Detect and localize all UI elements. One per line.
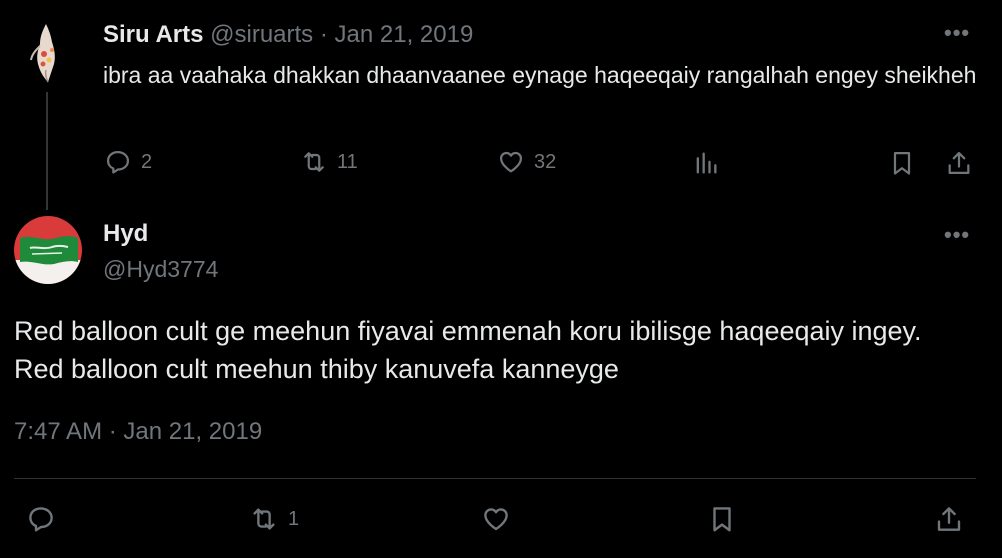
bookmark-icon: [893, 151, 911, 175]
main-like-button[interactable]: [481, 504, 511, 534]
parent-repost-button[interactable]: 11: [300, 148, 358, 176]
main-repost-button[interactable]: 1: [249, 504, 299, 534]
parent-reply-button[interactable]: 2: [104, 148, 152, 176]
main-reply-button[interactable]: [26, 504, 56, 534]
parent-display-name[interactable]: Siru Arts: [103, 21, 203, 48]
actions-divider: [14, 478, 976, 479]
main-avatar[interactable]: [14, 216, 82, 284]
share-icon: [937, 507, 961, 531]
parent-reply-count: 2: [141, 150, 153, 173]
analytics-icon: [696, 152, 717, 174]
heart-icon: [499, 151, 523, 173]
parent-views-button[interactable]: [692, 149, 720, 177]
main-handle[interactable]: @Hyd3774: [103, 254, 218, 284]
main-bookmark-button[interactable]: [707, 504, 737, 534]
parent-handle[interactable]: @siruarts: [210, 21, 313, 48]
parent-avatar[interactable]: [16, 20, 76, 84]
reply-icon: [106, 150, 130, 174]
heart-icon: [484, 508, 508, 531]
repost-icon: [253, 508, 275, 530]
parent-tweet-header: Siru Arts @siruarts · Jan 21, 2019: [103, 20, 473, 50]
main-repost-count: 1: [288, 507, 300, 530]
bookmark-icon: [713, 507, 731, 532]
parent-like-count: 32: [534, 150, 557, 173]
main-tweet-text: Red balloon cult ge meehun fiyavai emmen…: [14, 316, 922, 384]
main-more-button[interactable]: •••: [944, 224, 970, 247]
parent-repost-count: 11: [337, 150, 358, 173]
parent-more-button[interactable]: •••: [944, 22, 970, 45]
parent-separator: ·: [319, 21, 328, 48]
share-icon: [948, 151, 970, 175]
parent-date[interactable]: Jan 21, 2019: [335, 21, 474, 48]
main-share-button[interactable]: [934, 504, 964, 534]
more-horizontal-icon: •••: [944, 222, 971, 247]
thread-connector-line: [46, 92, 48, 210]
parent-share-button[interactable]: [945, 149, 973, 177]
main-display-name[interactable]: Hyd: [103, 219, 148, 249]
parent-bookmark-button[interactable]: [888, 149, 916, 177]
parent-like-button[interactable]: 32: [497, 148, 556, 176]
more-horizontal-icon: •••: [944, 20, 971, 45]
main-timestamp[interactable]: 7:47 AM · Jan 21, 2019: [14, 417, 262, 447]
repost-icon: [304, 152, 324, 172]
parent-tweet-text: ibra aa vaahaka dhakkan dhaanvaanee eyna…: [103, 62, 977, 88]
reply-icon: [29, 507, 53, 532]
